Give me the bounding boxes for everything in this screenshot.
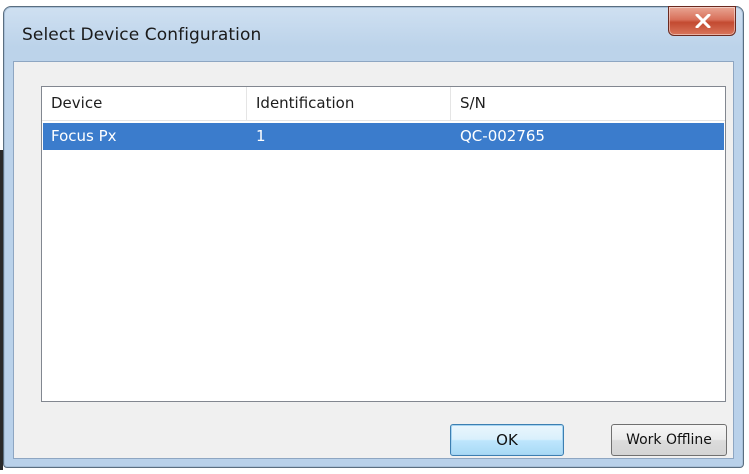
close-button[interactable] — [668, 6, 736, 36]
cell-sn: QC-002765 — [460, 127, 545, 145]
work-offline-button[interactable]: Work Offline — [611, 424, 727, 456]
close-icon — [695, 14, 711, 28]
list-row-selected[interactable]: Focus Px 1 QC-002765 — [43, 123, 724, 150]
dialog-content: Device Identification S/N Focus Px 1 QC-… — [13, 61, 734, 459]
dialog-window: Select Device Configuration Device Ident… — [3, 6, 744, 468]
list-header: Device Identification S/N — [42, 87, 725, 121]
window-title: Select Device Configuration — [22, 25, 262, 45]
cell-device: Focus Px — [51, 127, 117, 145]
device-list[interactable]: Device Identification S/N Focus Px 1 QC-… — [41, 86, 726, 402]
column-header-identification[interactable]: Identification — [247, 87, 451, 120]
column-header-sn[interactable]: S/N — [451, 87, 725, 120]
cell-identification: 1 — [256, 127, 266, 145]
ok-button[interactable]: OK — [450, 424, 564, 456]
column-header-device[interactable]: Device — [42, 87, 247, 120]
title-bar[interactable]: Select Device Configuration — [4, 6, 743, 61]
